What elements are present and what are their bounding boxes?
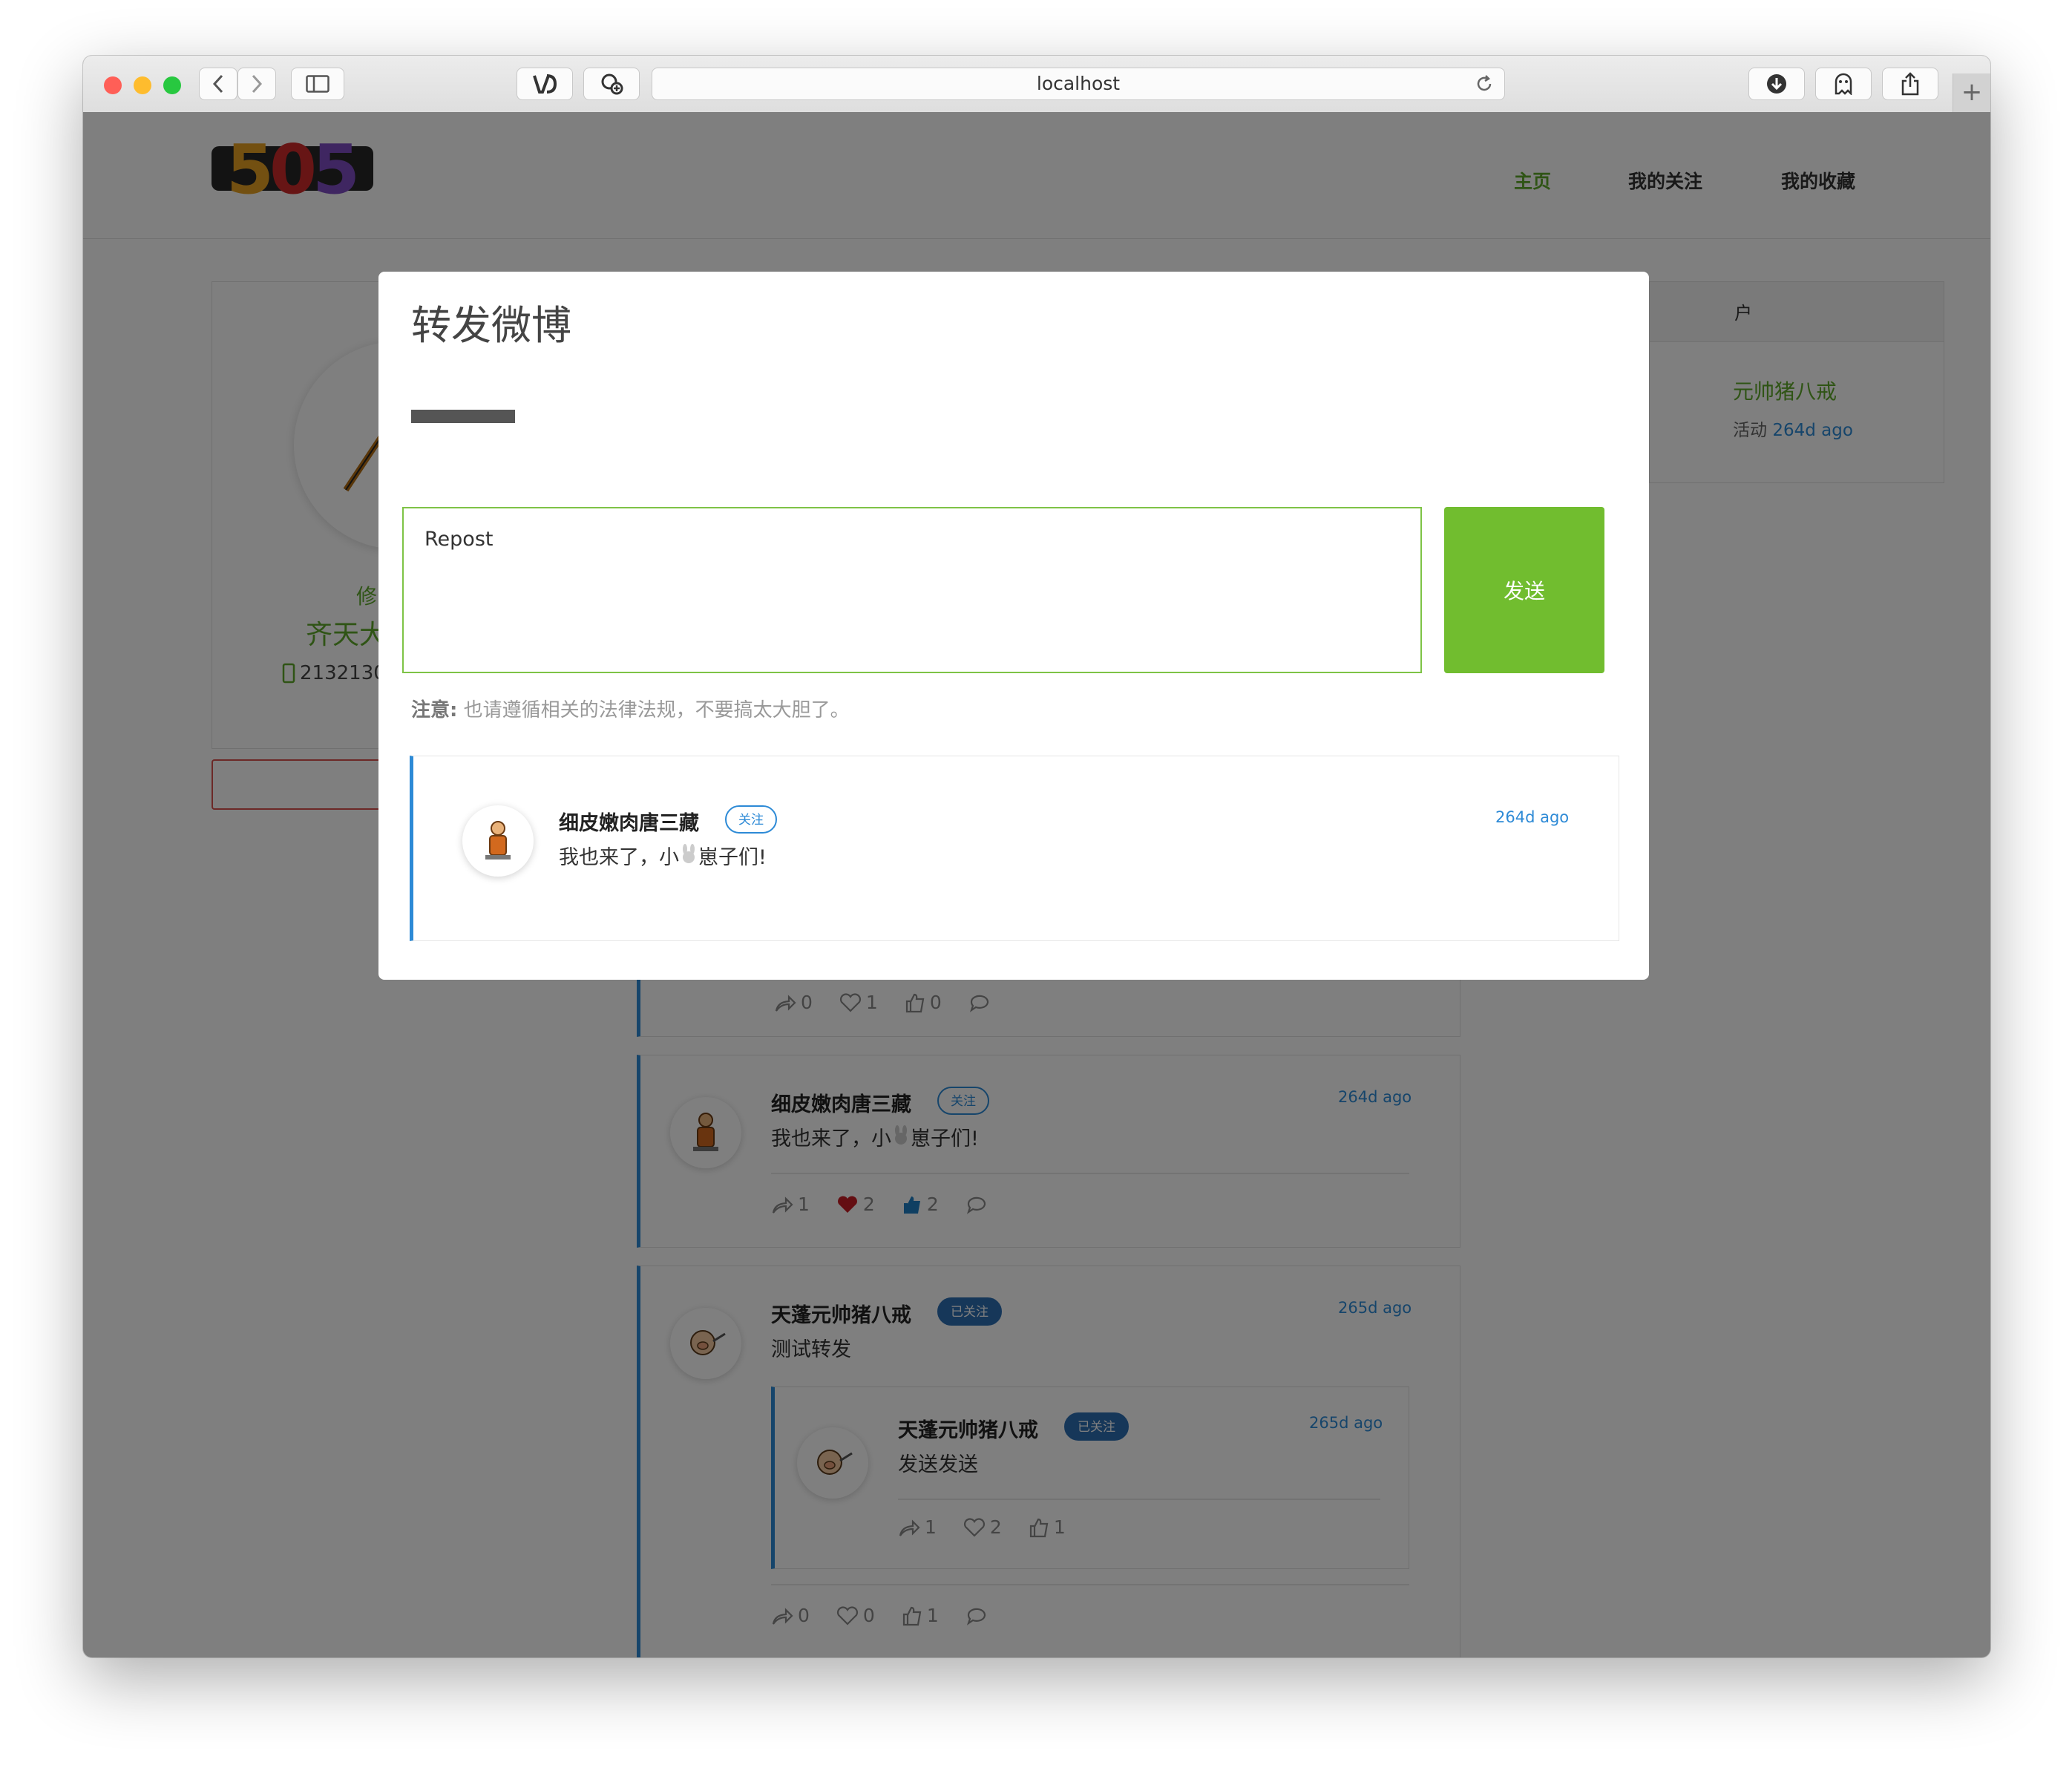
- notice-body: 也请遵循相关的法律法规，不要搞太大胆了。: [457, 699, 850, 721]
- close-window-button[interactable]: [104, 76, 122, 94]
- rabbit-emoji-icon: [683, 844, 695, 863]
- extension-button[interactable]: [583, 68, 640, 100]
- downloads-button[interactable]: [1748, 68, 1805, 100]
- vimeo-icon: [533, 74, 557, 94]
- notice-text: 注意: 也请遵循相关的法律法规，不要搞太大胆了。: [411, 695, 850, 722]
- repost-textarea-value: Repost: [424, 528, 494, 551]
- share-button[interactable]: [1882, 68, 1938, 100]
- address-bar[interactable]: localhost: [652, 68, 1505, 100]
- repost-textarea[interactable]: Repost: [402, 507, 1422, 673]
- quoted-text: 我也来了，小 崽子们!: [559, 841, 767, 870]
- new-tab-button[interactable]: +: [1953, 73, 1990, 112]
- extension-vimeo-button[interactable]: [517, 68, 573, 100]
- chevron-left-icon: [212, 74, 223, 94]
- reload-icon[interactable]: [1475, 74, 1494, 94]
- browser-toolbar: localhost +: [83, 56, 1990, 113]
- modal-separator: [411, 410, 515, 423]
- follow-badge[interactable]: 关注: [725, 805, 777, 834]
- quoted-time: 264d ago: [1495, 808, 1570, 826]
- share-icon: [1901, 72, 1919, 96]
- url-text: localhost: [1036, 73, 1121, 94]
- browser-window: localhost + 505 主页 我的关注 我的收藏: [83, 56, 1990, 1657]
- ghostery-button[interactable]: [1815, 68, 1872, 100]
- send-button[interactable]: 发送: [1444, 507, 1604, 673]
- download-icon: [1767, 74, 1786, 94]
- zoom-window-button[interactable]: [163, 76, 181, 94]
- quoted-user-name[interactable]: 细皮嫩肉唐三藏: [559, 807, 699, 836]
- ghost-icon: [1835, 73, 1852, 95]
- cloud-plus-icon: [601, 73, 623, 95]
- sidebar-toggle-button[interactable]: [291, 68, 344, 100]
- quoted-text-after: 崽子们!: [698, 846, 767, 869]
- modal-quoted-post: 细皮嫩肉唐三藏 关注 我也来了，小 崽子们! 264d ago: [410, 756, 1619, 941]
- quoted-text-before: 我也来了，小: [559, 846, 679, 869]
- notice-label: 注意:: [411, 699, 458, 721]
- modal-title: 转发微博: [411, 302, 571, 349]
- page-content: 505 主页 我的关注 我的收藏 修 齐天大 2132130 户 元帅: [83, 112, 1990, 1657]
- monk-avatar-icon: [485, 821, 511, 860]
- repost-modal: 转发微博 Repost 发送 注意: 也请遵循相关的法律法规，不要搞太大胆了。 …: [378, 272, 1649, 980]
- minimize-window-button[interactable]: [134, 76, 151, 94]
- sidebar-icon: [306, 75, 330, 93]
- forward-button[interactable]: [237, 68, 276, 100]
- chevron-right-icon: [252, 74, 263, 94]
- user-avatar[interactable]: [462, 805, 534, 877]
- back-button[interactable]: [199, 68, 237, 100]
